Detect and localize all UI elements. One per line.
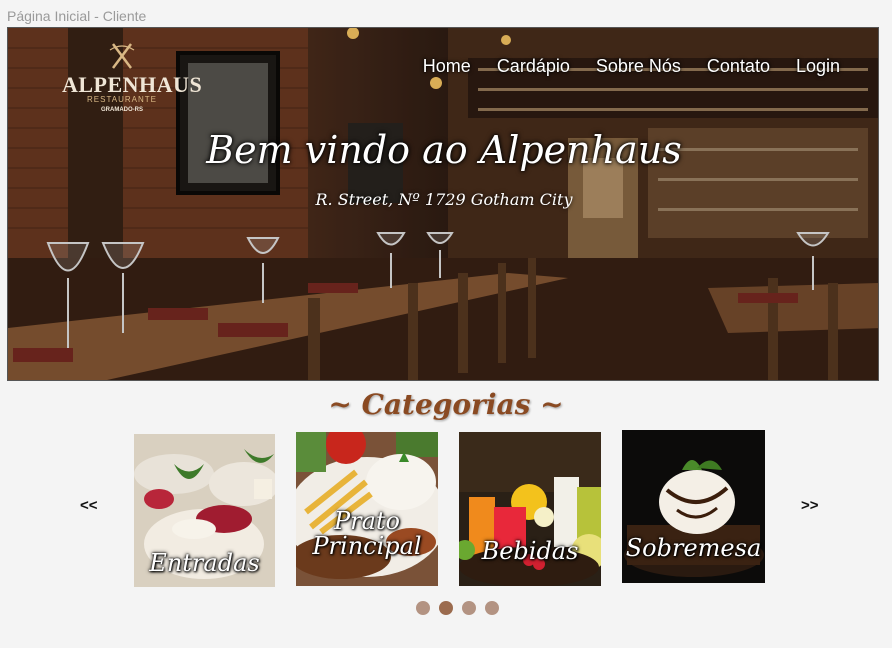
- fork-knife-icon: [109, 43, 135, 69]
- hero-title: Bem vindo ao Alpenhaus: [206, 128, 682, 172]
- logo-city: GRAMADO-RS: [101, 107, 143, 113]
- hero-address: R. Street, Nº 1729 Gotham City: [315, 190, 573, 209]
- carousel-prev-button[interactable]: <<: [80, 497, 98, 514]
- category-label-sobremesa: Sobremesa: [625, 534, 762, 562]
- category-card-entradas[interactable]: Entradas: [134, 434, 275, 587]
- carousel-dot-2[interactable]: [439, 601, 453, 615]
- nav-home[interactable]: Home: [423, 56, 471, 77]
- nav-contato[interactable]: Contato: [707, 56, 770, 77]
- category-label-prato-principal: Prato Principal: [312, 507, 422, 561]
- carousel-dot-1[interactable]: [416, 601, 430, 615]
- logo-subtitle: RESTAURANTE: [87, 95, 157, 104]
- nav-login[interactable]: Login: [796, 56, 840, 77]
- carousel-next-button[interactable]: >>: [801, 497, 819, 514]
- category-card-bebidas[interactable]: Bebidas: [459, 432, 601, 586]
- restaurant-logo[interactable]: ALPENHAUS RESTAURANTE GRAMADO-RS: [62, 40, 202, 120]
- main-navigation: Home Cardápio Sobre Nós Contato Login: [423, 56, 840, 77]
- category-label-entradas: Entradas: [149, 549, 260, 577]
- categories-title: ~ Categorias ~: [328, 388, 564, 421]
- carousel-dots: [416, 601, 499, 615]
- nav-cardapio[interactable]: Cardápio: [497, 56, 570, 77]
- carousel-dot-4[interactable]: [485, 601, 499, 615]
- category-card-prato-principal[interactable]: Prato Principal: [296, 432, 438, 586]
- category-card-sobremesa[interactable]: Sobremesa: [622, 430, 765, 583]
- window-title: Página Inicial - Cliente: [7, 8, 147, 24]
- category-label-bebidas: Bebidas: [481, 537, 579, 565]
- hero-banner: ALPENHAUS RESTAURANTE GRAMADO-RS Home Ca…: [7, 27, 879, 381]
- carousel-dot-3[interactable]: [462, 601, 476, 615]
- nav-sobre-nos[interactable]: Sobre Nós: [596, 56, 681, 77]
